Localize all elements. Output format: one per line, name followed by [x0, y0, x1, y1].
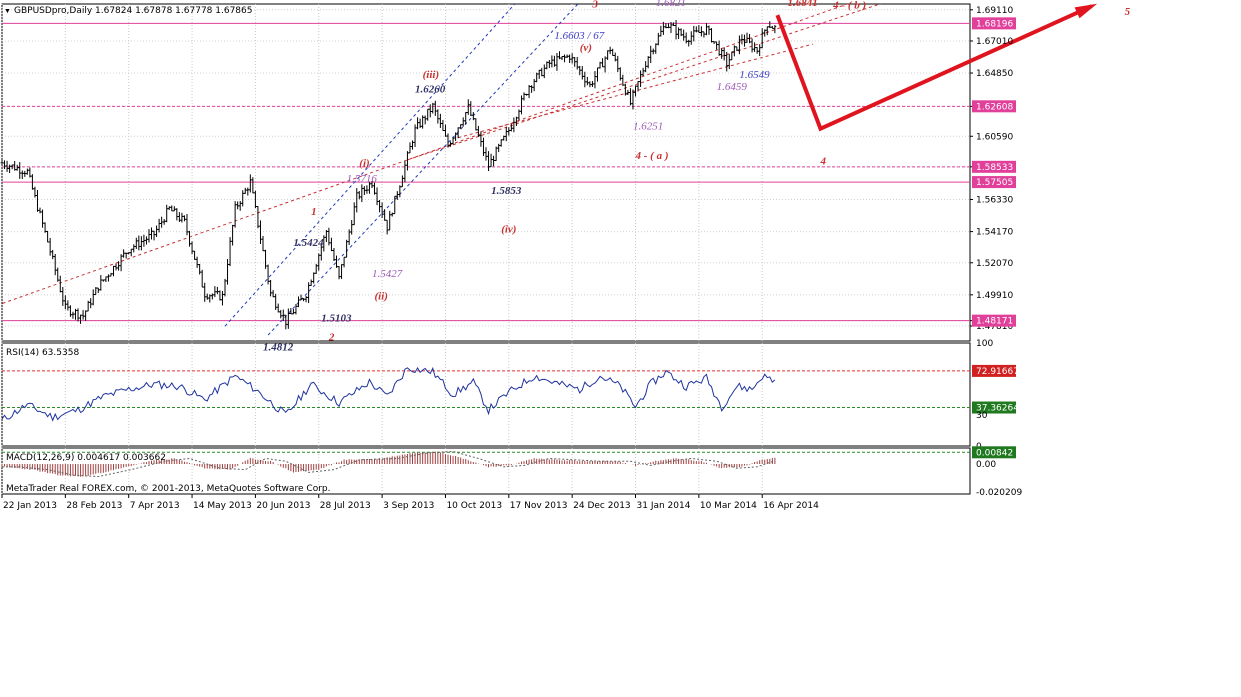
date-tick-label: 3 Sep 2013 [383, 501, 434, 511]
price-tick-label: 1.54170 [976, 228, 1013, 238]
wave-annotation: 1 [311, 206, 317, 218]
date-tick-label: 14 May 2013 [193, 501, 252, 511]
rsi-header: RSI(14) 63.5358 [6, 348, 79, 358]
date-tick-label: 10 Oct 2013 [446, 501, 502, 511]
wave-annotation: 1.5103 [321, 313, 352, 325]
date-tick-label: 28 Feb 2013 [66, 501, 122, 511]
date-tick-label: 28 Jul 2013 [320, 501, 371, 511]
price-tick-label: 1.52070 [976, 259, 1013, 269]
price-tick-label: 1.67010 [976, 37, 1013, 47]
copyright-text: MetaTrader Real FOREX.com, © 2001-2013, … [6, 484, 330, 494]
wave-annotation: 2 [328, 331, 335, 343]
wave-annotation: 5 [1125, 6, 1131, 18]
wave-annotation: 1.6603 / 67 [554, 30, 604, 42]
level-price-label: 1.62608 [976, 102, 1013, 112]
date-tick-label: 17 Nov 2013 [510, 501, 568, 511]
wave-annotation: 3 [591, 0, 598, 11]
chart-header: GBPUSDpro,Daily 1.67824 1.67878 1.67778 … [14, 6, 252, 16]
level-price-label: 1.58533 [976, 163, 1013, 173]
wave-annotation: 4 - ( a ) [635, 150, 669, 162]
wave-annotation: 4 [819, 155, 826, 167]
date-tick-label: 20 Jun 2013 [256, 501, 310, 511]
date-tick-label: 31 Jan 2014 [637, 501, 691, 511]
wave-annotation: 1.5424 [293, 237, 324, 249]
wave-annotation: 1.5716 [347, 173, 378, 185]
wave-annotation: 1.6841 [788, 0, 818, 9]
price-tick-label: 1.60590 [976, 132, 1013, 142]
wave-annotation: 1.4812 [263, 342, 294, 354]
price-tick-label: 1.69110 [976, 6, 1013, 16]
date-tick-label: 22 Jan 2013 [3, 501, 57, 511]
date-tick-label: 16 Apr 2014 [763, 501, 819, 511]
wave-annotation: 1.6821 [656, 0, 686, 9]
projection-arrowhead-icon [1074, 3, 1098, 19]
wave-annotation: (ii) [375, 290, 388, 302]
wave-annotation: (iv) [501, 224, 516, 236]
macd-header: MACD(12,26,9) 0.004617 0.003662 [6, 453, 166, 463]
rsi-panel[interactable] [1, 342, 971, 447]
wave-annotation: 1.6260 [415, 83, 446, 95]
wave-annotation: 4 - ( b ) [832, 0, 866, 11]
wave-annotation: 1.5427 [372, 268, 403, 280]
macd-level-label: 0.00842 [976, 448, 1013, 458]
wave-annotation: (i) [359, 158, 369, 170]
level-price-label: 1.48171 [976, 317, 1013, 327]
forex-chart: 3 1.6821 1.6841 4 - ( b ) 5 1.6603 / 67(v) 1.6… [0, 0, 1131, 511]
wave-annotation: (v) [580, 42, 592, 54]
date-tick-label: 10 Mar 2014 [700, 501, 757, 511]
rsi-tick-label: 30 [976, 411, 988, 421]
wave-annotation: 1.6459 [717, 81, 748, 93]
rsi-tick-label: 100 [976, 339, 993, 349]
wave-annotation: 1.6549 [739, 69, 770, 81]
macd-tick-label: -0.020209 [976, 488, 1022, 498]
level-price-label: 1.68196 [976, 19, 1013, 29]
price-panel[interactable] [1, 3, 971, 342]
rsi-level-label: 72.91667 [976, 367, 1019, 377]
wave-annotation: 1.6251 [633, 120, 663, 132]
price-tick-label: 1.64850 [976, 69, 1013, 79]
macd-tick-label: 0.00 [976, 460, 996, 470]
wave-annotation: (iii) [423, 69, 440, 81]
level-price-label: 1.57505 [976, 178, 1013, 188]
date-tick-label: 24 Dec 2013 [573, 501, 631, 511]
price-tick-label: 1.56330 [976, 196, 1013, 206]
wave-annotation: 1.5853 [491, 185, 522, 197]
date-tick-label: 7 Apr 2013 [130, 501, 180, 511]
price-tick-label: 1.49910 [976, 291, 1013, 301]
last-bar-marker-icon: ▼ [4, 8, 11, 15]
